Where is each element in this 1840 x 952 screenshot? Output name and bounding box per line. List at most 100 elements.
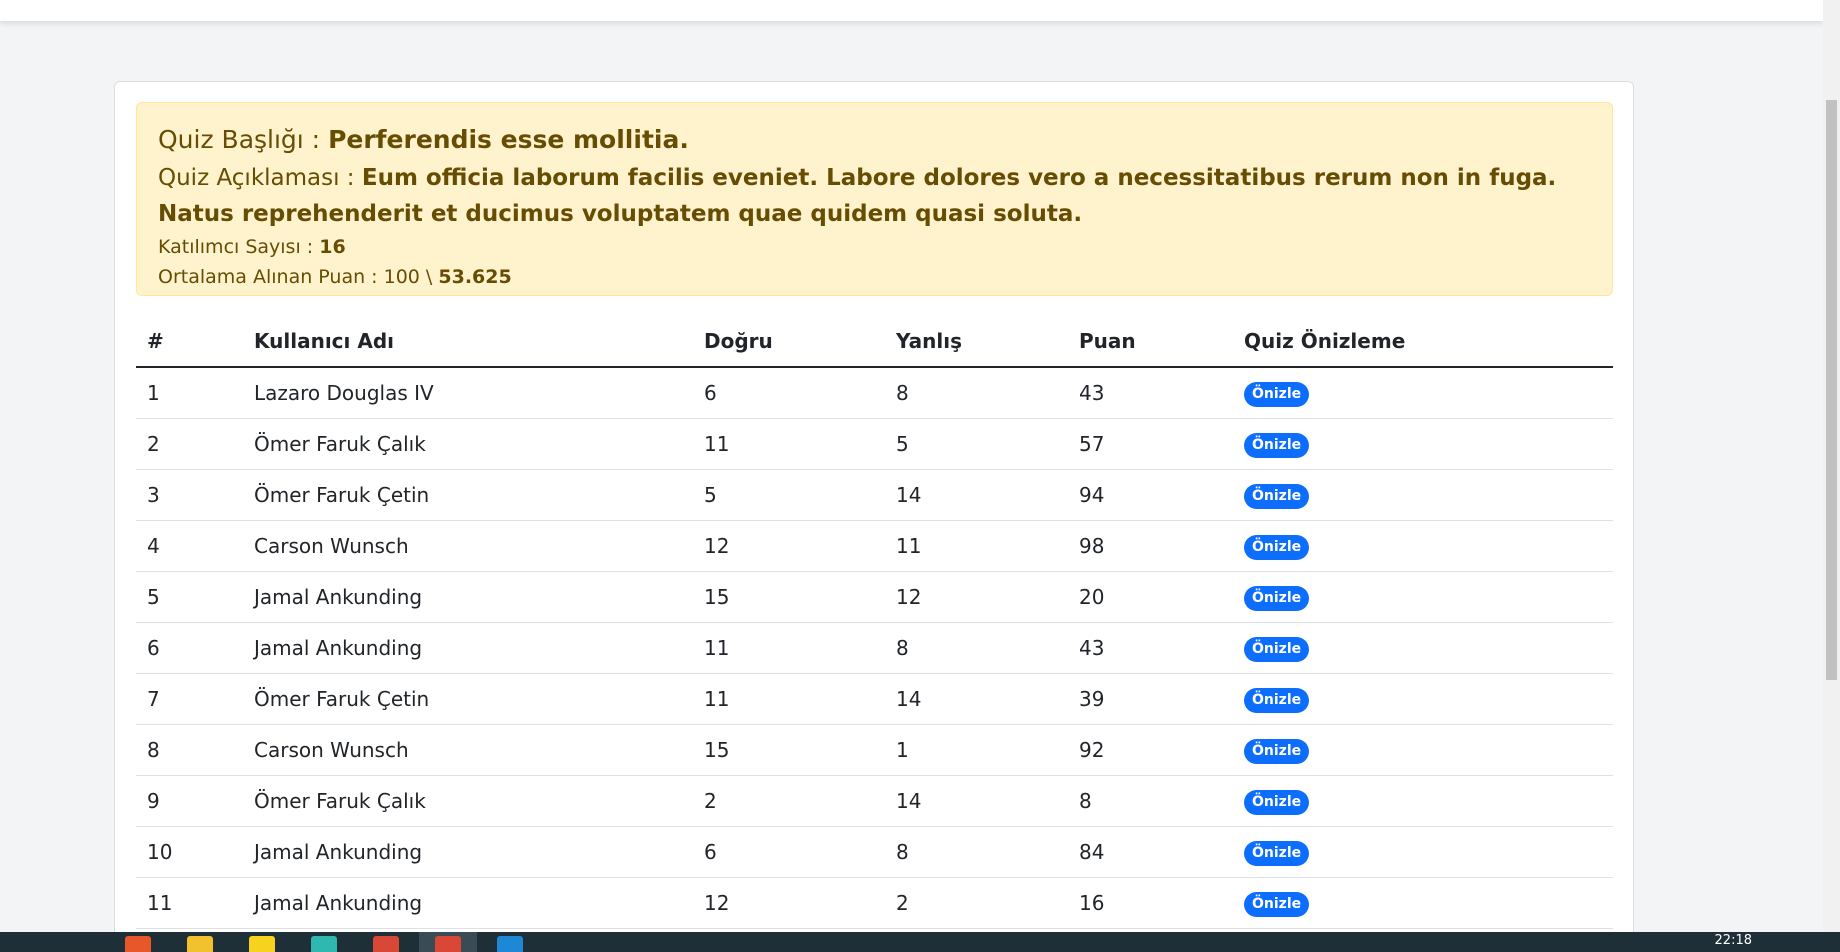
cell-correct: 12 [693,877,885,929]
quiz-title-row: Quiz Başlığı : Perferendis esse mollitia… [158,125,1591,155]
cell-index: 7 [136,673,243,725]
cell-preview: Önizle [1233,571,1613,623]
preview-button[interactable]: Önizle [1244,738,1310,764]
cell-username: Carson Wunsch [243,520,693,572]
edge-icon[interactable] [311,936,337,952]
cell-correct: 15 [693,724,885,776]
cell-wrong: 12 [885,571,1068,623]
chrome-active-icon[interactable] [435,936,461,952]
cell-correct: 6 [693,367,885,419]
cell-wrong: 11 [885,520,1068,572]
file-explorer-icon[interactable] [187,936,213,952]
cell-score: 43 [1068,622,1233,674]
cell-index: 9 [136,775,243,827]
cell-correct: 12 [693,520,885,572]
cell-username: Lazaro Douglas IV [243,367,693,419]
quiz-description-value: Eum officia laborum facilis eveniet. Lab… [158,165,1557,227]
cell-index: 11 [136,877,243,929]
cell-username: Ömer Faruk Çalık [243,418,693,470]
sticky-notes-icon[interactable] [249,936,275,952]
cell-score: 84 [1068,826,1233,878]
quiz-description-label: Quiz Açıklaması : [158,165,362,191]
cell-preview: Önizle [1233,520,1613,572]
cell-preview: Önizle [1233,673,1613,725]
scrollbar-thumb[interactable] [1826,100,1837,680]
cell-correct: 11 [693,418,885,470]
firefox-icon[interactable] [125,936,151,952]
header-preview: Quiz Önizleme [1233,315,1613,368]
preview-button[interactable]: Önizle [1244,840,1310,866]
cell-preview: Önizle [1233,418,1613,470]
cell-preview: Önizle [1233,877,1613,929]
cell-index: 10 [136,826,243,878]
cell-wrong: 8 [885,622,1068,674]
cell-preview: Önizle [1233,775,1613,827]
average-score-label: Ortalama Alınan Puan : 100 \ [158,266,439,288]
cell-wrong: 14 [885,775,1068,827]
header-correct: Doğru [693,315,885,368]
top-navbar [0,0,1823,21]
cell-correct: 6 [693,826,885,878]
cell-preview: Önizle [1233,826,1613,878]
header-score: Puan [1068,315,1233,368]
quiz-description-row: Quiz Açıklaması : Eum officia laborum fa… [158,160,1591,232]
cell-username: Ömer Faruk Çetin [243,673,693,725]
cell-wrong: 14 [885,469,1068,521]
table-row: 2 Ömer Faruk Çalık 11 5 57 Önizle [136,418,1613,470]
taskbar-clock[interactable]: 22:18 [1715,933,1752,948]
table-row: 8 Carson Wunsch 15 1 92 Önizle [136,724,1613,776]
cell-score: 39 [1068,673,1233,725]
average-score-value: 53.625 [438,266,512,288]
preview-button[interactable]: Önizle [1244,891,1310,917]
cell-username: Jamal Ankunding [243,571,693,623]
vscode-icon[interactable] [497,936,523,952]
page-scrollbar[interactable] [1823,0,1840,932]
cell-index: 8 [136,724,243,776]
cell-preview: Önizle [1233,469,1613,521]
cell-index: 6 [136,622,243,674]
cell-score: 43 [1068,367,1233,419]
cell-score: 57 [1068,418,1233,470]
cell-score: 16 [1068,877,1233,929]
table-row: 3 Ömer Faruk Çetin 5 14 94 Önizle [136,469,1613,521]
participant-count-label: Katılımcı Sayısı : [158,236,320,258]
windows-taskbar: 22:18 [0,932,1840,952]
table-row: 7 Ömer Faruk Çetin 11 14 39 Önizle [136,673,1613,725]
cell-preview: Önizle [1233,724,1613,776]
table-row: 10 Jamal Ankunding 6 8 84 Önizle [136,826,1613,878]
cell-preview: Önizle [1233,622,1613,674]
preview-button[interactable]: Önizle [1244,789,1310,815]
cell-username: Jamal Ankunding [243,826,693,878]
header-wrong: Yanlış [885,315,1068,368]
table-row: 11 Jamal Ankunding 12 2 16 Önizle [136,877,1613,929]
table-header-row: # Kullanıcı Adı Doğru Yanlış Puan Quiz Ö… [136,315,1613,368]
preview-button[interactable]: Önizle [1244,585,1310,611]
preview-button[interactable]: Önizle [1244,687,1310,713]
header-username: Kullanıcı Adı [243,315,693,368]
cell-score: 92 [1068,724,1233,776]
cell-index: 3 [136,469,243,521]
cell-correct: 2 [693,775,885,827]
participant-count-row: Katılımcı Sayısı : 16 [158,232,1591,262]
cell-correct: 11 [693,673,885,725]
table-row: 1 Lazaro Douglas IV 6 8 43 Önizle [136,367,1613,419]
cell-wrong: 5 [885,418,1068,470]
cell-preview: Önizle [1233,367,1613,419]
table-row: 5 Jamal Ankunding 15 12 20 Önizle [136,571,1613,623]
cell-username: Ömer Faruk Çalık [243,775,693,827]
cell-username: Ömer Faruk Çetin [243,469,693,521]
preview-button[interactable]: Önizle [1244,432,1310,458]
cell-score: 94 [1068,469,1233,521]
cell-wrong: 2 [885,877,1068,929]
preview-button[interactable]: Önizle [1244,381,1310,407]
cell-username: Carson Wunsch [243,724,693,776]
preview-button[interactable]: Önizle [1244,483,1310,509]
preview-button[interactable]: Önizle [1244,534,1310,560]
table-row: 9 Ömer Faruk Çalık 2 14 8 Önizle [136,775,1613,827]
quiz-title-value: Perferendis esse mollitia. [328,125,689,154]
cell-score: 20 [1068,571,1233,623]
chrome-icon[interactable] [373,936,399,952]
preview-button[interactable]: Önizle [1244,636,1310,662]
table-row: 6 Jamal Ankunding 11 8 43 Önizle [136,622,1613,674]
cell-correct: 5 [693,469,885,521]
